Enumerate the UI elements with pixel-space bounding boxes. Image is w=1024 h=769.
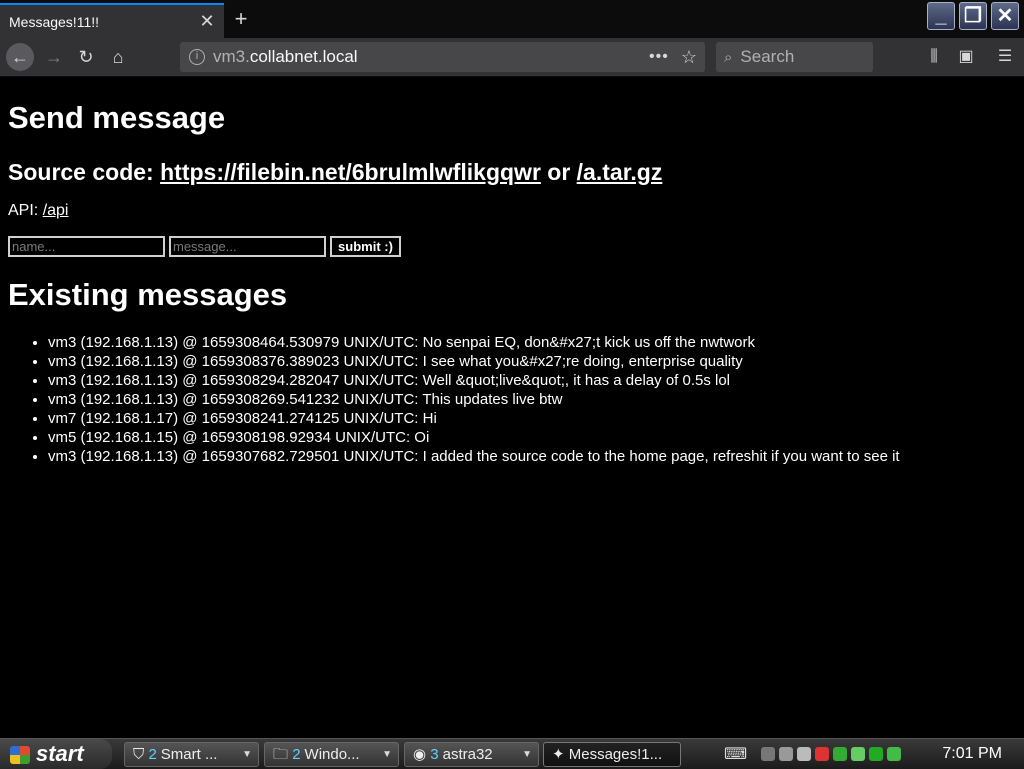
page-title: Send message [8,100,226,135]
reload-button[interactable]: ↻ [72,43,100,71]
taskbar: start ⛉ 2 Smart ... ▼ 🗀 2 Windo... ▼ ◉ 3 astr… [0,738,1024,769]
nav-toolbar: ← → ↻ ⌂ i vm3.collabnet.local ••• ☆ ⌕ ⫼ … [0,38,1024,77]
app-icon: ◉ [413,746,427,763]
list-item: vm3 (192.168.1.13) @ 1659308269.541232 U… [48,390,1018,409]
tarball-link[interactable]: /a.tar.gz [577,159,663,185]
close-tab-icon[interactable]: ✕ [196,11,218,32]
source-code-link[interactable]: https://filebin.net/6brulmlwflikgqwr [160,159,541,185]
back-button[interactable]: ← [6,43,34,71]
windows-logo-icon [10,746,30,764]
search-input[interactable] [738,46,858,68]
url-text[interactable]: vm3.collabnet.local [213,47,649,67]
page-actions-icon[interactable]: ••• [649,48,669,66]
api-link[interactable]: /api [43,202,69,219]
forward-button[interactable]: → [40,43,68,71]
message-form: submit :) [8,236,1018,257]
tab-strip: Messages!11!! ✕ + _ ❐ ✕ [0,0,1024,38]
start-button[interactable]: start [0,739,112,769]
api-line: API: /api [8,202,69,219]
tab-messages[interactable]: Messages!11!! ✕ [0,3,224,38]
library-icon[interactable]: ⫼ [923,46,945,68]
tray-icon[interactable] [833,747,848,761]
address-bar[interactable]: i vm3.collabnet.local ••• ☆ [180,42,705,72]
chevron-down-icon: ▼ [522,749,532,760]
source-code-line: Source code: https://filebin.net/6brulml… [8,159,663,185]
tab-title: Messages!11!! [9,13,100,30]
list-item: vm3 (192.168.1.13) @ 1659308294.282047 U… [48,371,1018,390]
firefox-icon: ✦ [552,746,565,763]
tray-icon[interactable] [815,747,830,761]
list-item: vm3 (192.168.1.13) @ 1659308464.530979 U… [48,333,1018,352]
taskbar-item-messages[interactable]: ✦ Messages!1... [543,742,681,767]
shield-icon: ⛉ [133,746,145,763]
tray-icon[interactable] [797,747,812,761]
keyboard-icon[interactable]: ⌨ [724,744,747,764]
chevron-down-icon: ▼ [242,749,252,760]
name-input[interactable] [8,236,165,257]
tray-icon[interactable] [851,747,866,761]
existing-messages-heading: Existing messages [8,277,288,312]
close-window-button[interactable]: ✕ [991,2,1019,30]
sidebar-icon[interactable]: ▣ [955,46,977,68]
minimize-button[interactable]: _ [927,2,955,30]
new-tab-button[interactable]: + [230,6,252,32]
taskbar-item-astra32[interactable]: ◉ 3 astra32 ▼ [404,742,539,767]
search-icon: ⌕ [724,48,733,66]
list-item: vm7 (192.168.1.17) @ 1659308241.274125 U… [48,409,1018,428]
message-input[interactable] [169,236,326,257]
bookmark-star-icon[interactable]: ☆ [681,47,697,68]
search-box[interactable]: ⌕ [716,42,873,72]
tray-icon[interactable] [869,747,884,761]
tray-icon[interactable] [887,747,902,761]
folder-icon: 🗀 [273,746,289,763]
tray-icon[interactable] [761,747,776,761]
taskbar-item-windows[interactable]: 🗀 2 Windo... ▼ [264,742,399,767]
chevron-down-icon: ▼ [382,749,392,760]
menu-icon[interactable]: ☰ [994,46,1016,68]
list-item: vm5 (192.168.1.15) @ 1659308198.92934 UN… [48,428,1018,447]
tray-icon[interactable] [779,747,794,761]
site-info-icon[interactable]: i [189,49,205,65]
clock[interactable]: 7:01 PM [942,739,1002,769]
maximize-button[interactable]: ❐ [959,2,987,30]
submit-button[interactable]: submit :) [330,236,401,257]
page-content: Send message Source code: https://filebi… [8,76,1018,466]
list-item: vm3 (192.168.1.13) @ 1659308376.389023 U… [48,352,1018,371]
taskbar-item-smart[interactable]: ⛉ 2 Smart ... ▼ [124,742,259,767]
list-item: vm3 (192.168.1.13) @ 1659307682.729501 U… [48,447,1018,466]
messages-list: vm3 (192.168.1.13) @ 1659308464.530979 U… [8,333,1018,466]
home-button[interactable]: ⌂ [104,43,132,71]
